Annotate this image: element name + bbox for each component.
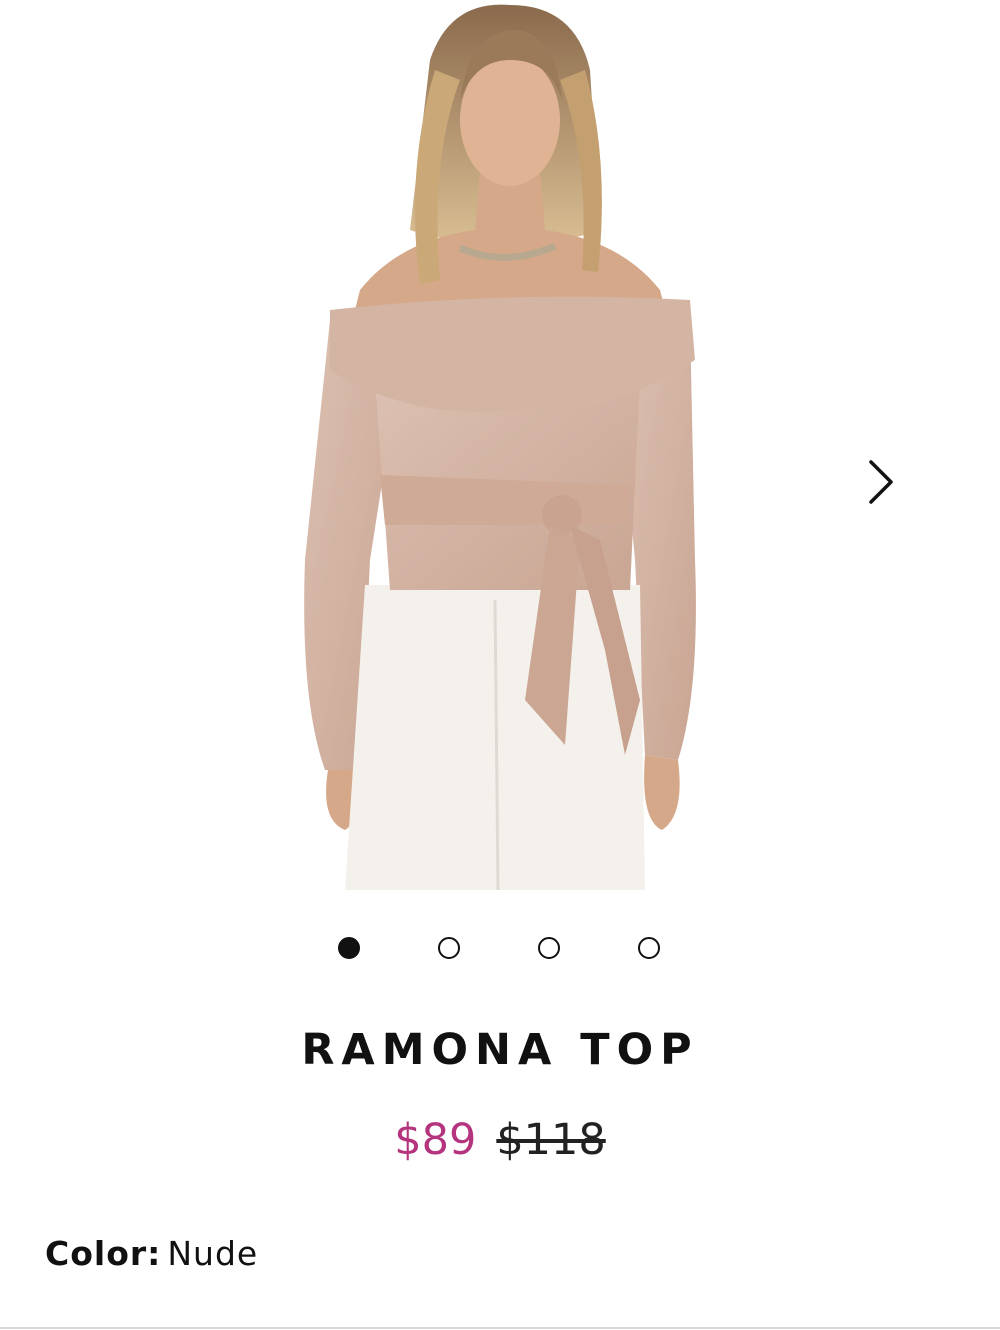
product-title: RAMONA TOP [301,1025,699,1075]
color-label: Color: [45,1234,162,1273]
pagination-dot-1[interactable] [338,937,360,959]
image-pagination [0,930,1000,966]
pagination-dot-4[interactable] [638,937,660,959]
next-image-button[interactable] [856,452,906,512]
model-illustration [304,4,696,890]
product-gallery [0,0,1000,900]
product-image[interactable] [300,0,720,890]
price-row: $89 $118 [0,1115,1000,1165]
pagination-dot-3[interactable] [538,937,560,959]
original-price: $118 [496,1115,606,1165]
color-selection: Color: Nude [45,1234,258,1273]
chevron-right-icon [869,460,893,504]
sale-price: $89 [394,1115,477,1165]
divider [0,1327,1000,1329]
color-value: Nude [167,1234,259,1273]
pagination-dot-2[interactable] [438,937,460,959]
